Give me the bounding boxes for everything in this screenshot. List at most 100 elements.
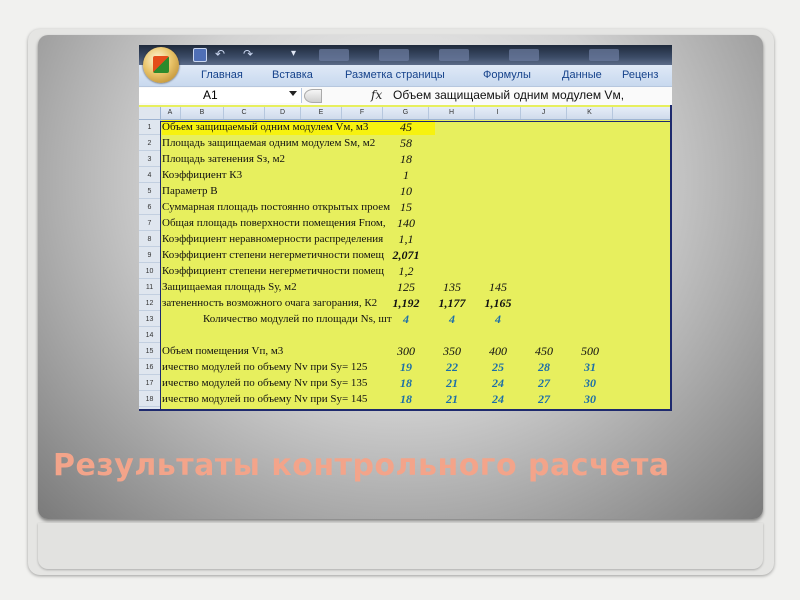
- tab-insert[interactable]: Вставка: [272, 69, 313, 81]
- value-cell[interactable]: 15: [383, 200, 429, 215]
- excel-screenshot: ↶ ↷ ▾ Главная Вставка Разметка страницы …: [139, 45, 672, 411]
- row-headers: 1 2 3 4 5 6 7 8 9 10 11 12 13 14 15 16 17 18: [139, 120, 161, 411]
- value-cell[interactable]: 45: [383, 120, 429, 135]
- redo-icon[interactable]: ↷: [243, 48, 255, 60]
- row-header[interactable]: 2: [139, 136, 160, 151]
- value-cell[interactable]: 18: [383, 152, 429, 167]
- save-icon[interactable]: [193, 48, 207, 62]
- value-cell[interactable]: 28: [521, 360, 567, 375]
- range-border-right: [670, 105, 672, 411]
- row-header[interactable]: 15: [139, 344, 160, 359]
- value-cell[interactable]: 4: [475, 312, 521, 327]
- value-cell[interactable]: 24: [475, 376, 521, 391]
- column-headers: ABCDEFGHIJK: [139, 107, 672, 120]
- value-cell[interactable]: 500: [567, 344, 613, 359]
- window-thumbnail: [439, 49, 469, 61]
- column-header-g[interactable]: G: [383, 107, 429, 119]
- value-cell[interactable]: 145: [475, 280, 521, 295]
- slide-title: Результаты контрольного расчета: [53, 448, 670, 483]
- select-all-corner[interactable]: [139, 107, 161, 119]
- spreadsheet-grid: ABCDEFGHIJK 1 2 3 4 5 6 7 8 9 10 11 12 13 14 15 16 17 18 …: [139, 105, 672, 411]
- row-header[interactable]: 17: [139, 376, 160, 391]
- row-header[interactable]: 6: [139, 200, 160, 215]
- row-header[interactable]: 10: [139, 264, 160, 279]
- row-header[interactable]: 8: [139, 232, 160, 247]
- value-cell[interactable]: 10: [383, 184, 429, 199]
- excel-titlebar: ↶ ↷ ▾: [139, 45, 672, 65]
- column-header-i[interactable]: I: [475, 107, 521, 119]
- value-cell[interactable]: 27: [521, 392, 567, 407]
- row-header[interactable]: 3: [139, 152, 160, 167]
- value-cell[interactable]: 1,2: [383, 264, 429, 279]
- tab-review[interactable]: Реценз: [622, 69, 658, 81]
- value-cell[interactable]: 400: [475, 344, 521, 359]
- value-cell[interactable]: 125: [383, 280, 429, 295]
- column-header-d[interactable]: D: [265, 107, 301, 119]
- value-cell[interactable]: 21: [429, 376, 475, 391]
- tab-home[interactable]: Главная: [201, 69, 243, 81]
- value-cell[interactable]: 140: [383, 216, 429, 231]
- row-header[interactable]: 14: [139, 328, 160, 343]
- value-cell[interactable]: 19: [383, 360, 429, 375]
- row-header[interactable]: 12: [139, 296, 160, 311]
- value-cell[interactable]: 1: [383, 168, 429, 183]
- value-cell[interactable]: 22: [429, 360, 475, 375]
- office-logo-icon: [153, 56, 169, 73]
- column-header-a[interactable]: A: [160, 107, 181, 119]
- value-cell[interactable]: 31: [567, 360, 613, 375]
- value-cell[interactable]: 450: [521, 344, 567, 359]
- value-cell[interactable]: 1,1: [383, 232, 429, 247]
- row-header[interactable]: 18: [139, 392, 160, 407]
- value-cell[interactable]: 4: [429, 312, 475, 327]
- row-header[interactable]: 9: [139, 248, 160, 263]
- row-header[interactable]: 4: [139, 168, 160, 183]
- value-cell[interactable]: 25: [475, 360, 521, 375]
- row-header[interactable]: 13: [139, 312, 160, 327]
- value-cell[interactable]: 30: [567, 392, 613, 407]
- column-header-h[interactable]: H: [429, 107, 475, 119]
- column-header-f[interactable]: F: [342, 107, 383, 119]
- value-cell[interactable]: 4: [383, 312, 429, 327]
- row-header[interactable]: 11: [139, 280, 160, 295]
- column-header-b[interactable]: B: [181, 107, 224, 119]
- range-border-top: [160, 121, 672, 122]
- tab-page-layout[interactable]: Разметка страницы: [345, 69, 445, 81]
- ribbon-tabs: Главная Вставка Разметка страницы Формул…: [139, 65, 672, 88]
- window-thumbnail: [589, 49, 619, 61]
- name-box[interactable]: A1: [139, 88, 302, 103]
- formula-input[interactable]: Объем защищаемый одним модулем Vм,: [393, 88, 624, 102]
- value-cell[interactable]: 27: [521, 376, 567, 391]
- value-cell[interactable]: 135: [429, 280, 475, 295]
- tab-data[interactable]: Данные: [562, 69, 602, 81]
- tab-formulas[interactable]: Формулы: [483, 69, 531, 81]
- value-cell[interactable]: 1,165: [475, 296, 521, 311]
- value-cell[interactable]: 1,192: [383, 296, 429, 311]
- value-cell[interactable]: 2,071: [383, 248, 429, 263]
- row-header[interactable]: 5: [139, 184, 160, 199]
- value-cell[interactable]: 350: [429, 344, 475, 359]
- value-cell[interactable]: 300: [383, 344, 429, 359]
- window-thumbnail: [319, 49, 349, 61]
- insert-function-icon[interactable]: fx: [371, 88, 382, 102]
- column-header-c[interactable]: C: [224, 107, 265, 119]
- undo-icon[interactable]: ↶: [215, 48, 227, 60]
- value-cell[interactable]: 18: [383, 376, 429, 391]
- row-header[interactable]: 1: [139, 120, 160, 135]
- row-header[interactable]: 16: [139, 360, 160, 375]
- column-header-e[interactable]: E: [301, 107, 342, 119]
- formula-bar-resize-handle[interactable]: [304, 89, 322, 103]
- name-box-dropdown-icon[interactable]: [289, 91, 297, 96]
- value-cell[interactable]: 21: [429, 392, 475, 407]
- value-cell[interactable]: 1,177: [429, 296, 475, 311]
- office-button[interactable]: [143, 47, 179, 83]
- customize-toolbar-icon[interactable]: ▾: [291, 48, 303, 60]
- column-header-j[interactable]: J: [521, 107, 567, 119]
- column-header-k[interactable]: K: [567, 107, 613, 119]
- value-cell[interactable]: 18: [383, 392, 429, 407]
- cell-area[interactable]: Объем защищаемый одним модулем Vм, м3 45 П…: [161, 120, 672, 411]
- slide-bottom-strip: [38, 523, 763, 569]
- row-header[interactable]: 7: [139, 216, 160, 231]
- value-cell[interactable]: 30: [567, 376, 613, 391]
- value-cell[interactable]: 58: [383, 136, 429, 151]
- value-cell[interactable]: 24: [475, 392, 521, 407]
